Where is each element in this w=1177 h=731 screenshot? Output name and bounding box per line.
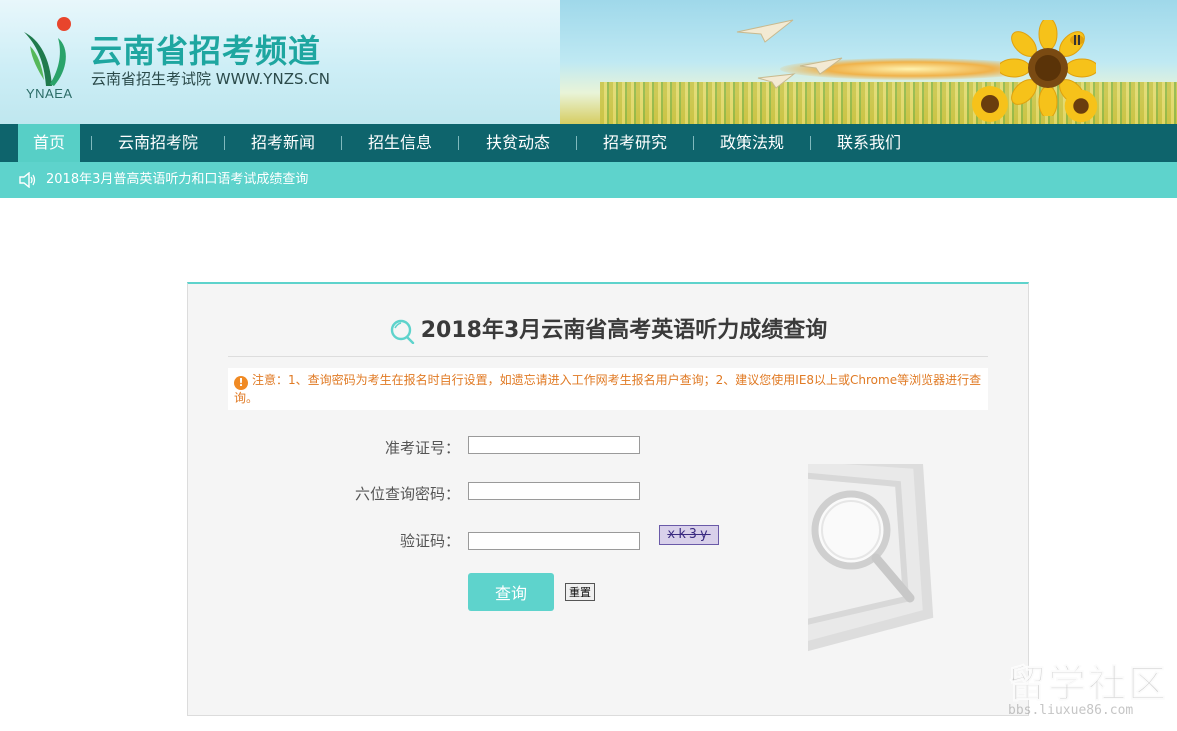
query-notice: ! 注意：1、查询密码为考生在报名时自行设置，如遗忘请进入工作网考生报名用户查询；…: [228, 368, 988, 410]
password-input[interactable]: [468, 482, 640, 500]
title-divider: [228, 356, 988, 357]
nav-separator: [458, 136, 459, 150]
announcement-bar: 2018年3月普高英语听力和口语考试成绩查询: [0, 162, 1177, 198]
query-card-title: 2018年3月云南省高考英语听力成绩查询: [188, 312, 1028, 344]
magnifier-watermark-icon: [808, 464, 934, 652]
watermark-title: 留学社区: [1008, 662, 1169, 706]
captcha-label: 验证码：: [399, 532, 460, 550]
site-title: 云南省招考频道: [90, 32, 322, 70]
site-subtitle: 云南省招生考试院 WWW.YNZS.CN: [91, 70, 330, 88]
query-title-text: 2018年3月云南省高考英语听力成绩查询: [420, 318, 828, 343]
nav-item-contact[interactable]: 联系我们: [826, 124, 912, 162]
bee-icon: [1070, 35, 1084, 45]
password-label: 六位查询密码：: [354, 485, 460, 503]
paper-plane-icon: [736, 19, 794, 43]
query-card: 2018年3月云南省高考英语听力成绩查询 ! 注意：1、查询密码为考生在报名时自行…: [187, 282, 1029, 716]
paper-plane-icon: [799, 57, 843, 75]
nav-separator: [693, 136, 694, 150]
nav-separator: [341, 136, 342, 150]
search-icon: [390, 319, 414, 344]
nav-separator: [91, 136, 92, 150]
speaker-icon: [19, 172, 36, 188]
paper-plane-icon: [757, 73, 796, 89]
sunflower-icon: [1064, 89, 1098, 123]
main-nav: 首页 云南招考院 招考新闻 招生信息 扶贫动态 招考研究 政策法规 联系我们: [0, 124, 1177, 162]
sunflower-icon: [972, 86, 1008, 122]
exam-no-input[interactable]: [468, 436, 640, 454]
warning-icon: !: [234, 376, 248, 390]
nav-item-news[interactable]: 招考新闻: [240, 124, 326, 162]
nav-item-admissions[interactable]: 招生信息: [357, 124, 443, 162]
logo-abbreviation: YNAEA: [26, 86, 73, 101]
nav-item-poverty[interactable]: 扶贫动态: [475, 124, 561, 162]
nav-separator: [810, 136, 811, 150]
nav-separator: [224, 136, 225, 150]
query-notice-text: 注意：1、查询密码为考生在报名时自行设置，如遗忘请进入工作网考生报名用户查询；2…: [234, 373, 982, 405]
exam-no-label: 准考证号：: [384, 439, 460, 457]
site-watermark: 留学社区 bbs.liuxue86.com: [1008, 664, 1168, 720]
announcement-link[interactable]: 2018年3月普高英语听力和口语考试成绩查询: [46, 162, 308, 198]
header-banner: YNAEA 云南省招考频道 云南省招生考试院 WWW.YNZS.CN: [0, 0, 1177, 124]
captcha-input[interactable]: [468, 532, 640, 550]
watermark-url: bbs.liuxue86.com: [1008, 703, 1134, 718]
nav-item-ynzky[interactable]: 云南招考院: [108, 124, 208, 162]
nav-item-research[interactable]: 招考研究: [592, 124, 678, 162]
nav-separator: [576, 136, 577, 150]
captcha-image[interactable]: xk3y: [659, 525, 719, 545]
page: YNAEA 云南省招考频道 云南省招生考试院 WWW.YNZS.CN 首页 云南…: [0, 0, 1177, 731]
query-button[interactable]: 查询: [468, 573, 554, 611]
reset-button[interactable]: 重置: [565, 583, 595, 601]
nav-item-home[interactable]: 首页: [18, 124, 80, 162]
nav-item-policy[interactable]: 政策法规: [709, 124, 795, 162]
